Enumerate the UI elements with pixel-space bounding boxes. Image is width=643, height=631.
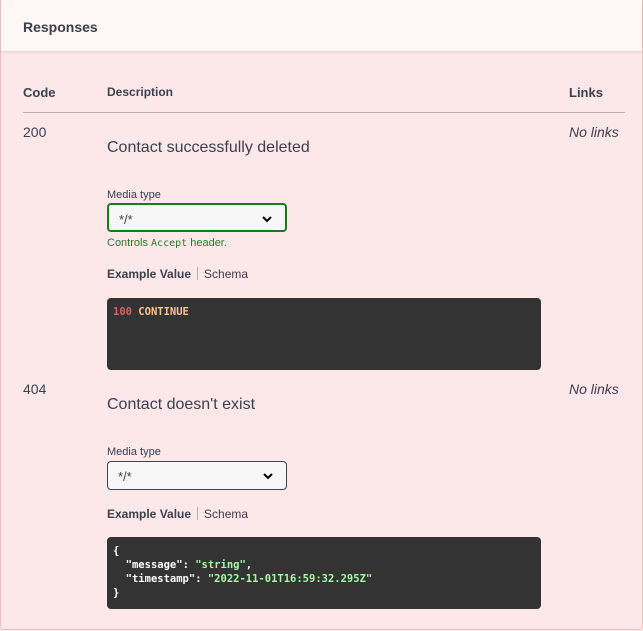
accept-header-note: Controls Accept header.: [107, 237, 227, 249]
responses-panel: Responses Code Description Links 200 No …: [0, 0, 643, 630]
status-number: 100: [113, 306, 132, 318]
media-type-value: */*: [119, 212, 133, 227]
json-key-message: "message": [125, 559, 183, 571]
tab-schema[interactable]: Schema: [204, 267, 248, 281]
chevron-down-icon: [263, 473, 273, 480]
tab-separator: [197, 507, 199, 520]
tab-example-value[interactable]: Example Value: [107, 507, 191, 521]
example-code-block: 100 CONTINUE: [107, 298, 541, 370]
example-tabs: Example Value Schema: [107, 507, 248, 521]
column-header-code: Code: [23, 85, 56, 100]
column-header-description: Description: [107, 85, 174, 99]
status-text: CONTINUE: [138, 306, 189, 318]
example-code-block: { "message": "string", "timestamp": "202…: [107, 537, 541, 609]
tab-example-value[interactable]: Example Value: [107, 267, 191, 281]
media-type-select[interactable]: */*: [107, 461, 287, 490]
example-tabs: Example Value Schema: [107, 267, 248, 281]
media-type-label: Media type: [107, 189, 161, 201]
json-value-message: "string": [195, 559, 246, 571]
media-type-label: Media type: [107, 446, 161, 458]
response-code: 404: [23, 381, 47, 397]
accept-code: Accept: [151, 238, 188, 249]
media-type-value: */*: [118, 469, 132, 484]
header-divider: [23, 112, 625, 113]
responses-header: Responses: [1, 0, 642, 52]
json-key-timestamp: "timestamp": [125, 573, 196, 585]
response-links: No links: [569, 124, 619, 140]
json-value-timestamp: "2022-11-01T16:59:32.295Z": [207, 573, 373, 585]
response-links: No links: [569, 381, 619, 397]
json-open-brace: {: [113, 545, 120, 557]
json-close-brace: }: [113, 587, 120, 599]
response-description: Contact successfully deleted: [107, 139, 310, 156]
tab-separator: [197, 267, 199, 280]
response-description: Contact doesn't exist: [107, 396, 256, 413]
column-header-links: Links: [569, 85, 603, 100]
chevron-down-icon: [262, 216, 272, 223]
response-code: 200: [23, 124, 47, 140]
media-type-select[interactable]: */*: [107, 203, 287, 232]
section-title: Responses: [23, 19, 98, 35]
tab-schema[interactable]: Schema: [204, 507, 248, 521]
